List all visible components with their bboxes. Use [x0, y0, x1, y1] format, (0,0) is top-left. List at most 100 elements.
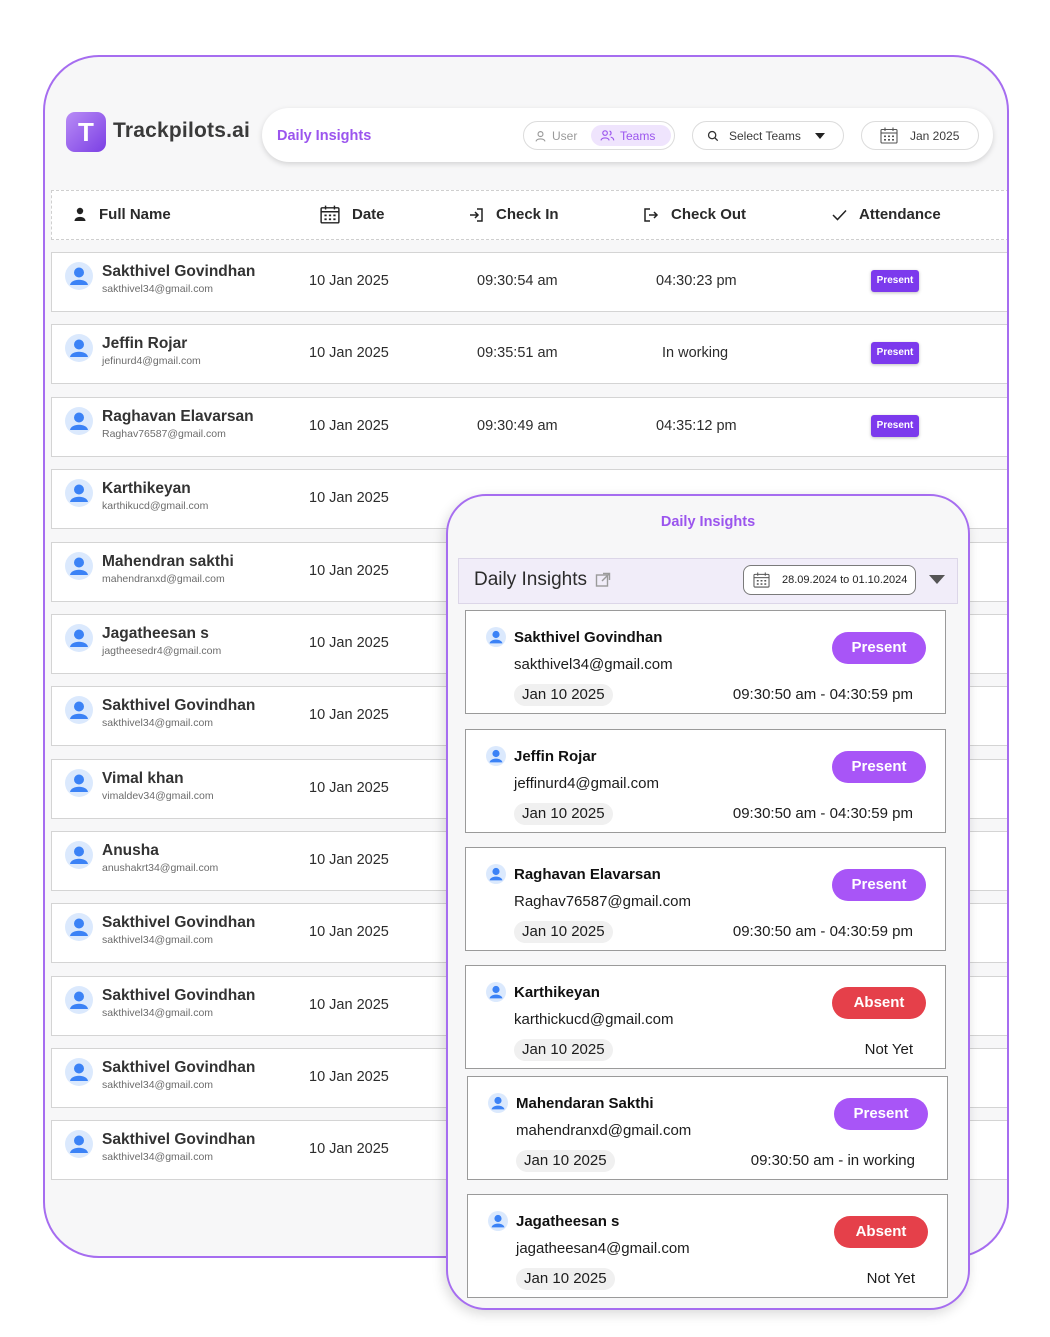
avatar: [65, 769, 93, 797]
table-header: Full Name Date Check In Check Out Attend…: [51, 190, 1007, 240]
chevron-down-icon: [814, 132, 825, 139]
check-icon: [832, 209, 847, 221]
row-name: Sakthivel Govindhan: [102, 1059, 256, 1076]
avatar: [65, 479, 93, 507]
present-button[interactable]: Present: [832, 632, 926, 664]
row-email: sakthivel34@gmail.com: [102, 1007, 214, 1019]
row-date: 10 Jan 2025: [309, 273, 389, 289]
card-date: Jan 10 2025: [516, 1268, 615, 1290]
avatar-icon: [65, 552, 93, 580]
attendance-card[interactable]: Sakthivel Govindhan sakthivel34@gmail.com…: [465, 610, 946, 714]
row-date: 10 Jan 2025: [309, 635, 389, 651]
row-name: Anusha: [102, 842, 159, 859]
row-name: Sakthivel Govindhan: [102, 987, 256, 1004]
row-check-in: 09:30:54 am: [477, 273, 558, 289]
toggle-user[interactable]: User: [534, 129, 577, 143]
avatar: [486, 627, 506, 647]
col-check-in-label: Check In: [496, 206, 559, 223]
table-row[interactable]: Raghavan Elavarsan Raghav76587@gmail.com 1…: [51, 397, 1007, 457]
absent-button[interactable]: Absent: [834, 1216, 928, 1248]
top-bar: T Trackpilots.ai Daily Insights User Tea…: [45, 57, 1007, 187]
card-date: Jan 10 2025: [516, 1150, 615, 1172]
avatar: [65, 986, 93, 1014]
status-badge: Present: [871, 415, 919, 437]
search-icon: [707, 130, 719, 141]
select-teams-label: Select Teams: [729, 128, 801, 143]
row-email: sakthivel34@gmail.com: [102, 283, 214, 295]
present-button[interactable]: Present: [832, 869, 926, 901]
avatar-icon: [65, 262, 93, 290]
card-name: Mahendaran Sakthi: [516, 1095, 654, 1112]
card-date: Jan 10 2025: [514, 921, 613, 943]
attendance-card[interactable]: Jeffin Rojar jeffinurd4@gmail.com Jan 10 2…: [465, 729, 946, 833]
external-link-icon[interactable]: [595, 572, 611, 588]
status-badge: Present: [871, 342, 919, 364]
calendar-icon: [753, 572, 770, 588]
avatar: [486, 864, 506, 884]
row-email: anushakrt34@gmail.com: [102, 862, 219, 874]
attendance-card[interactable]: Raghavan Elavarsan Raghav76587@gmail.com J…: [465, 847, 946, 951]
avatar-icon: [65, 1130, 93, 1158]
card-time: 09:30:50 am - 04:30:59 pm: [732, 805, 913, 822]
row-date: 10 Jan 2025: [309, 707, 389, 723]
card-email: karthickucd@gmail.com: [514, 1011, 674, 1028]
row-date: 10 Jan 2025: [309, 1141, 389, 1157]
avatar: [65, 334, 93, 362]
table-row[interactable]: Sakthivel Govindhan sakthivel34@gmail.com…: [51, 252, 1007, 312]
avatar-icon: [486, 746, 506, 766]
row-email: sakthivel34@gmail.com: [102, 1151, 214, 1163]
avatar: [488, 1211, 508, 1231]
avatar: [65, 262, 93, 290]
attendance-card[interactable]: Mahendaran Sakthi mahendranxd@gmail.com Ja…: [467, 1076, 948, 1180]
mobile-panel-title-wrap: Daily Insights: [474, 569, 611, 591]
present-button[interactable]: Present: [834, 1098, 928, 1130]
month-label: Jan 2025: [910, 128, 960, 143]
row-name: Raghavan Elavarsan: [102, 408, 254, 425]
mobile-panel-title: Daily Insights: [474, 569, 587, 590]
avatar: [65, 1058, 93, 1086]
attendance-card[interactable]: Jagatheesan s jagatheesan4@gmail.com Jan 1…: [467, 1194, 948, 1298]
col-full-name[interactable]: Full Name: [73, 191, 171, 238]
row-name: Karthikeyan: [102, 480, 191, 497]
row-email: sakthivel34@gmail.com: [102, 934, 214, 946]
table-row[interactable]: Jeffin Rojar jefinurd4@gmail.com 10 Jan 20…: [51, 324, 1007, 384]
brand-logo: T: [66, 112, 106, 152]
chevron-down-icon[interactable]: [929, 575, 945, 584]
card-name: Raghavan Elavarsan: [514, 866, 661, 883]
select-teams-dropdown[interactable]: Select Teams: [692, 121, 844, 150]
row-check-out: In working: [662, 345, 729, 361]
avatar: [65, 552, 93, 580]
avatar-icon: [65, 624, 93, 652]
col-attendance[interactable]: Attendance: [832, 191, 941, 238]
toggle-teams[interactable]: Teams: [591, 125, 671, 146]
avatar: [65, 624, 93, 652]
brand-logo-letter: T: [78, 117, 94, 147]
present-button[interactable]: Present: [832, 751, 926, 783]
row-name: Sakthivel Govindhan: [102, 263, 256, 280]
col-check-in[interactable]: Check In: [468, 191, 559, 238]
row-email: mahendranxd@gmail.com: [102, 573, 225, 585]
row-check-in: 09:30:49 am: [477, 418, 558, 434]
mobile-panel-header: Daily Insights 28.09.2024 to 01.10.2024: [458, 558, 958, 604]
col-date[interactable]: Date: [320, 191, 385, 238]
avatar-icon: [65, 841, 93, 869]
row-email: jagtheesedr4@gmail.com: [102, 645, 222, 657]
logout-icon: [644, 207, 659, 222]
row-date: 10 Jan 2025: [309, 490, 389, 506]
row-email: jefinurd4@gmail.com: [102, 355, 201, 367]
card-email: Raghav76587@gmail.com: [514, 893, 691, 910]
col-full-name-label: Full Name: [99, 206, 171, 223]
attendance-card[interactable]: Karthikeyan karthickucd@gmail.com Jan 10 2…: [465, 965, 946, 1069]
teams-icon: [600, 130, 615, 141]
month-picker[interactable]: Jan 2025: [861, 121, 979, 150]
avatar: [65, 407, 93, 435]
col-date-label: Date: [352, 206, 385, 223]
avatar: [488, 1093, 508, 1113]
col-check-out[interactable]: Check Out: [643, 191, 746, 238]
avatar: [486, 746, 506, 766]
date-range-picker[interactable]: 28.09.2024 to 01.10.2024: [743, 565, 916, 595]
avatar: [65, 841, 93, 869]
card-name: Jagatheesan s: [516, 1213, 620, 1230]
absent-button[interactable]: Absent: [832, 987, 926, 1019]
user-icon: [535, 130, 546, 142]
